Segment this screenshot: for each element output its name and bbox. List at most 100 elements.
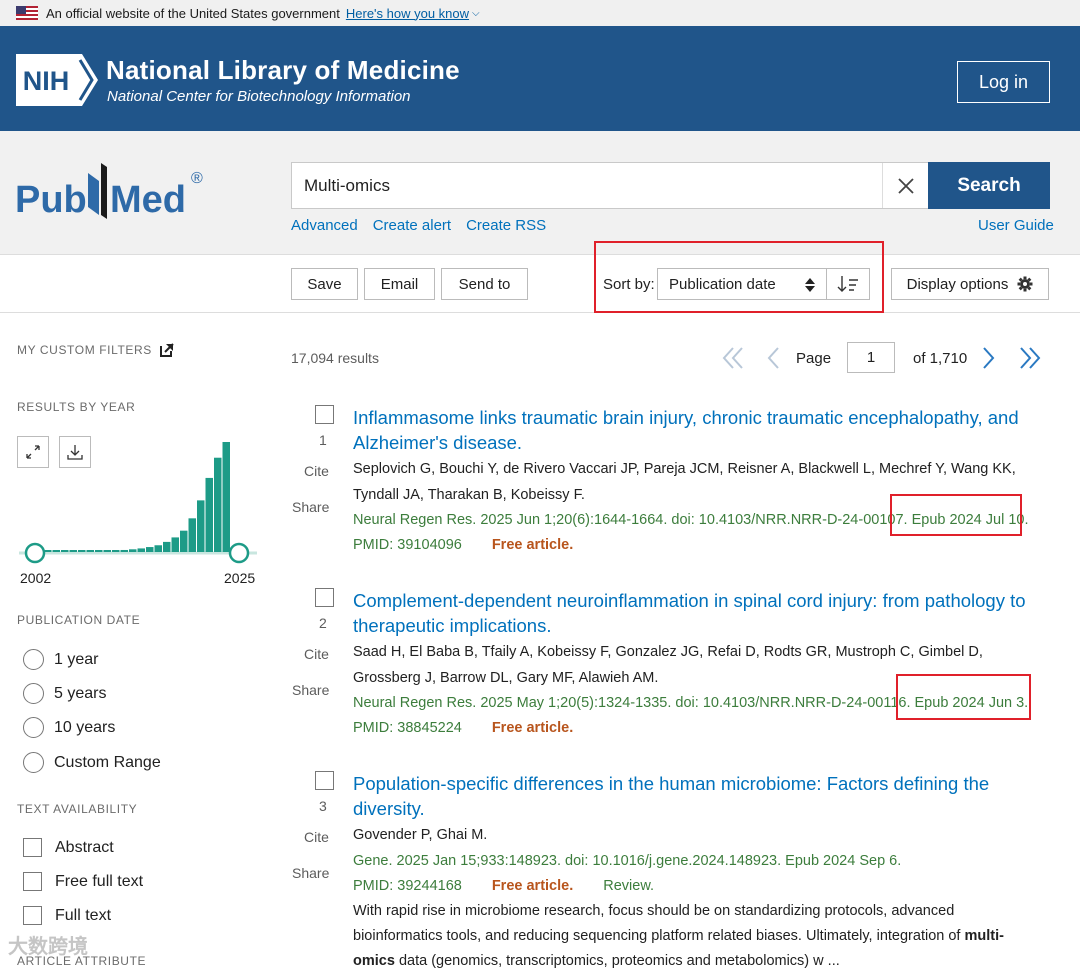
page-number-input[interactable]: 1 — [847, 342, 895, 373]
search-box — [291, 162, 928, 209]
page-count: of 1,710 — [913, 350, 968, 367]
share-button[interactable]: Share — [292, 499, 329, 515]
display-options-button[interactable]: Display options — [891, 268, 1049, 300]
results-by-year-chart[interactable] — [17, 430, 262, 570]
clear-search-button[interactable] — [882, 163, 928, 208]
pubmed-logo-pub: Pub — [15, 179, 87, 221]
epub-date: Epub 2024 Sep 6. — [785, 852, 902, 869]
filter-full-text[interactable]: Full text — [23, 906, 111, 925]
year-bar-2008 — [86, 550, 94, 552]
previous-page-icon[interactable] — [766, 343, 782, 373]
free-article-badge: Free article. — [491, 720, 574, 736]
result-checkbox[interactable] — [315, 405, 334, 424]
year-bar-2004 — [52, 550, 60, 552]
nih-header: NIH National Library of Medicine Nationa… — [0, 26, 1080, 131]
result-title-link[interactable]: Complement-dependent neuroinflammation i… — [353, 588, 1038, 638]
create-alert-link[interactable]: Create alert — [373, 217, 451, 234]
radio-button[interactable] — [23, 649, 44, 670]
snippet-text-end: data (genomics, transcriptomics, proteom… — [394, 952, 840, 969]
login-button[interactable]: Log in — [957, 61, 1050, 103]
search-input[interactable] — [292, 163, 882, 208]
date-filter-label: 10 years — [54, 718, 116, 736]
year-bar-2023 — [214, 457, 222, 552]
filter-free-full-text[interactable]: Free full text — [23, 872, 143, 891]
chevron-down-icon[interactable]: ⌵ — [472, 8, 480, 19]
nih-logo-text: NIH — [23, 66, 70, 96]
checkbox[interactable] — [23, 906, 42, 925]
first-page-icon[interactable] — [721, 343, 745, 373]
result-number: 3 — [319, 798, 327, 814]
advanced-search-link[interactable]: Advanced — [291, 217, 358, 234]
result-authors: Govender P, Ghai M. — [353, 827, 488, 843]
cite-button[interactable]: Cite — [304, 646, 329, 662]
year-bar-2019 — [180, 530, 188, 552]
year-start-label: 2002 — [20, 570, 52, 586]
last-page-icon[interactable] — [1018, 343, 1042, 373]
year-bar-2006 — [69, 550, 77, 552]
year-bar-2011 — [112, 550, 120, 552]
free-article-badge: Free article. — [491, 537, 574, 553]
year-bar-2020 — [188, 518, 196, 552]
external-link-icon — [159, 343, 174, 357]
year-slider-start-handle — [24, 542, 46, 564]
checkbox[interactable] — [23, 838, 42, 857]
display-options-label: Display options — [906, 275, 1009, 293]
cite-button[interactable]: Cite — [304, 829, 329, 845]
my-custom-filters-heading[interactable]: MY CUSTOM FILTERS — [17, 343, 174, 357]
send-to-button[interactable]: Send to — [441, 268, 528, 300]
share-button[interactable]: Share — [292, 865, 329, 881]
gear-icon — [1017, 276, 1033, 292]
date-filter-1-year[interactable]: 1 year — [23, 649, 98, 670]
email-button[interactable]: Email — [364, 268, 435, 300]
radio-button[interactable] — [23, 683, 44, 704]
filter-abstract[interactable]: Abstract — [23, 838, 114, 857]
year-bar-2015 — [146, 547, 154, 552]
search-button[interactable]: Search — [928, 162, 1050, 209]
result-checkbox[interactable] — [315, 588, 334, 607]
radio-button[interactable] — [23, 717, 44, 738]
result-checkbox[interactable] — [315, 771, 334, 790]
heres-how-you-know-link[interactable]: Here's how you know — [346, 6, 469, 21]
pmid: PMID: 39244168 — [353, 877, 462, 894]
year-bar-2007 — [78, 550, 86, 552]
pmid: PMID: 39104096 — [353, 537, 462, 553]
gov-banner: An official website of the United States… — [0, 0, 1080, 26]
year-end-label: 2025 — [224, 570, 256, 586]
date-filter-5-years[interactable]: 5 years — [23, 683, 106, 704]
date-filter-custom-range[interactable]: Custom Range — [23, 752, 161, 773]
nih-logo[interactable]: NIH — [16, 54, 98, 106]
pmid: PMID: 38845224 — [353, 720, 462, 736]
pubmed-logo-reg: ® — [191, 170, 203, 187]
user-guide-link[interactable]: User Guide — [978, 217, 1054, 234]
pubmed-logo[interactable]: Pub Med ® — [15, 155, 210, 225]
us-flag-icon — [16, 6, 38, 20]
year-slider-end-handle — [228, 542, 250, 564]
checkbox[interactable] — [23, 872, 42, 891]
share-button[interactable]: Share — [292, 682, 329, 698]
pubmed-logo-med: Med — [110, 179, 186, 221]
year-bar-2005 — [61, 550, 69, 552]
nlm-title[interactable]: National Library of Medicine — [106, 55, 460, 86]
year-bar-2013 — [129, 549, 137, 552]
close-icon — [897, 177, 914, 194]
radio-button[interactable] — [23, 752, 44, 773]
cite-button[interactable]: Cite — [304, 463, 329, 479]
save-button[interactable]: Save — [291, 268, 358, 300]
text-availability-heading: TEXT AVAILABILITY — [17, 802, 138, 816]
date-filter-10-years[interactable]: 10 years — [23, 717, 115, 738]
annotation-highlight-epub-2 — [896, 674, 1031, 720]
my-custom-filters-label: MY CUSTOM FILTERS — [17, 343, 152, 357]
result-title-link[interactable]: Population-specific differences in the h… — [353, 771, 1038, 821]
filter-label: Abstract — [55, 838, 114, 856]
review-badge: Review. — [603, 877, 655, 894]
results-toolbar: Save Email Send to Sort by: Publication … — [0, 255, 1080, 313]
page-label: Page — [796, 350, 832, 367]
citation-text: Neural Regen Res. 2025 May 1;20(5):1324-… — [353, 695, 915, 711]
create-rss-link[interactable]: Create RSS — [466, 217, 546, 234]
next-page-icon[interactable] — [980, 343, 996, 373]
result-title-link[interactable]: Inflammasome links traumatic brain injur… — [353, 405, 1038, 455]
result-number: 2 — [319, 615, 327, 631]
year-bar-2010 — [103, 550, 111, 552]
date-filter-label: 5 years — [54, 684, 107, 702]
gov-banner-text: An official website of the United States… — [46, 5, 340, 21]
